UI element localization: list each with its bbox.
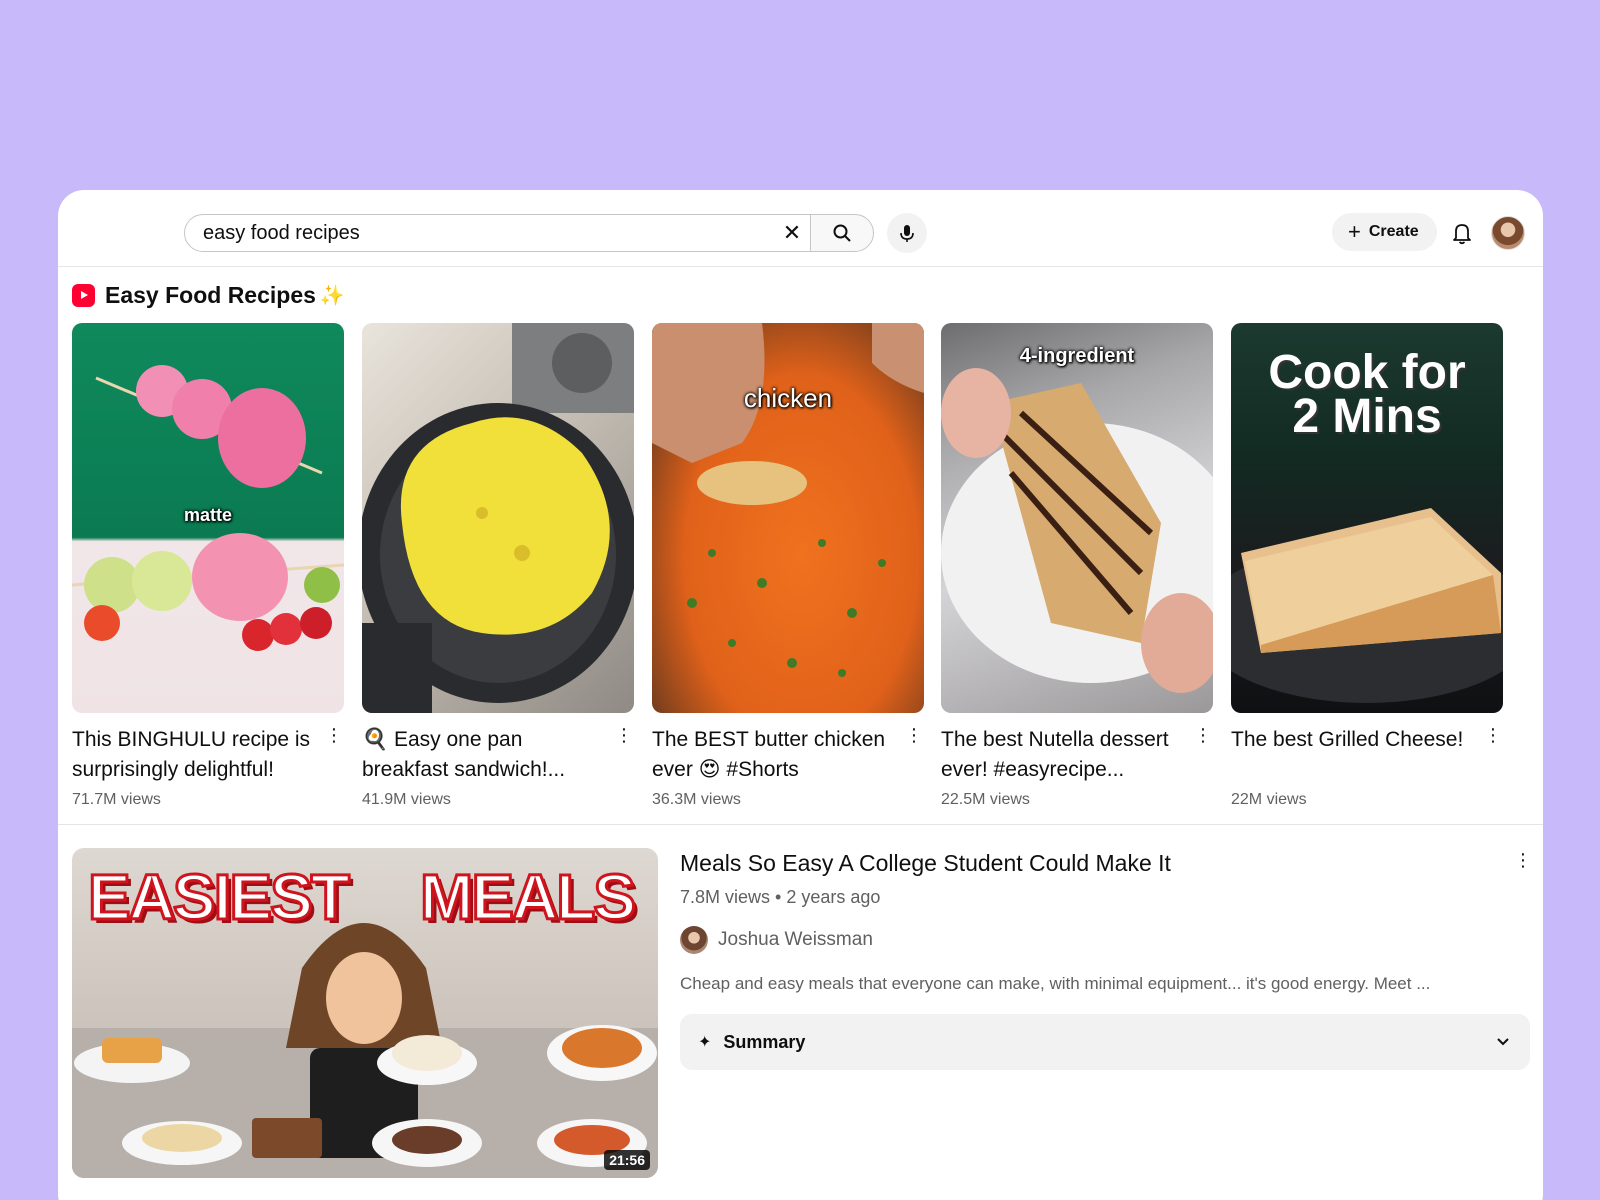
more-options-icon[interactable]: ⋮ <box>1193 723 1213 747</box>
voice-search-button[interactable] <box>887 213 927 253</box>
video-description: Cheap and easy meals that everyone can m… <box>680 974 1431 993</box>
search-button[interactable] <box>810 214 874 252</box>
pan-omelette-illustration <box>362 323 634 713</box>
short-overlay-text: chicken <box>743 383 833 413</box>
video-duration: 21:56 <box>604 1150 650 1170</box>
sparkle-icon: ✨ <box>319 285 345 307</box>
sparkle-icon: ✦ <box>698 1034 712 1051</box>
summary-label: Summary <box>723 1031 806 1052</box>
search-box: ✕ <box>184 214 814 252</box>
search-input[interactable] <box>185 215 771 251</box>
butter-chicken-illustration <box>652 323 924 677</box>
thumbnail-headline-left: EASIEST <box>87 860 352 935</box>
shorts-logo-icon <box>72 284 95 307</box>
short-views: 71.7M views <box>72 791 161 808</box>
video-thumbnail[interactable]: EASIEST MEALS 21:56 <box>72 848 658 1178</box>
shorts-section-header: Easy Food Recipes ✨ <box>72 282 345 309</box>
video-title[interactable]: Meals So Easy A College Student Could Ma… <box>680 848 1530 878</box>
short-overlay-text: Cook for 2 Mins <box>1268 346 1466 443</box>
short-title[interactable]: The best Nutella dessert ever! #easyreci… <box>941 725 1213 785</box>
short-views: 41.9M views <box>362 791 451 808</box>
close-icon[interactable]: ✕ <box>771 215 813 251</box>
short-card[interactable]: Cook for 2 Mins The best Grilled Cheese!… <box>1231 323 1503 809</box>
create-label: Create <box>1368 223 1419 240</box>
more-options-icon[interactable]: ⋮ <box>614 723 634 747</box>
short-views: 22M views <box>1231 791 1307 808</box>
avatar[interactable] <box>1491 216 1525 250</box>
short-title[interactable]: The BEST butter chicken ever 😍 #Shorts <box>652 725 924 785</box>
more-options-icon[interactable]: ⋮ <box>1483 723 1503 747</box>
short-title[interactable]: 🍳 Easy one pan breakfast sandwich!... <box>362 725 634 785</box>
create-button[interactable]: + Create <box>1332 213 1437 251</box>
section-divider <box>58 824 1543 825</box>
search-icon <box>833 224 851 242</box>
video-meta: 7.8M views • 2 years ago <box>680 887 881 907</box>
thumbnail-headline-right: MEALS <box>419 860 638 935</box>
plus-icon: + <box>1348 219 1361 244</box>
short-overlay-text: matte <box>183 505 232 525</box>
short-card[interactable]: 🍳 Easy one pan breakfast sandwich!... 41… <box>362 323 634 809</box>
more-options-icon[interactable]: ⋮ <box>904 723 924 747</box>
short-thumbnail[interactable]: matte <box>72 323 344 713</box>
summary-button[interactable]: ✦ Summary <box>680 1014 1530 1070</box>
channel-avatar[interactable] <box>680 926 708 954</box>
channel-link[interactable]: Joshua Weissman <box>680 926 1530 954</box>
short-card[interactable]: chicken The BEST butter chicken ever 😍 #… <box>652 323 924 809</box>
short-thumbnail[interactable] <box>362 323 634 713</box>
browser-window: ✕ + Create Eas <box>58 190 1543 1200</box>
short-views: 22.5M views <box>941 791 1030 808</box>
short-thumbnail[interactable]: 4-ingredient <box>941 323 1213 713</box>
microphone-icon <box>900 225 914 242</box>
short-card[interactable]: matte This BINGHULU recipe is surprising… <box>72 323 344 809</box>
top-bar: ✕ + Create <box>58 190 1543 267</box>
short-thumbnail[interactable]: Cook for 2 Mins <box>1231 323 1503 713</box>
short-thumbnail[interactable]: chicken <box>652 323 924 713</box>
shorts-section-title: Easy Food Recipes <box>105 282 316 308</box>
shorts-row: matte This BINGHULU recipe is surprising… <box>72 323 1532 813</box>
more-options-icon[interactable]: ⋮ <box>324 723 344 747</box>
nutella-dessert-illustration <box>941 368 1213 693</box>
short-views: 36.3M views <box>652 791 741 808</box>
bell-icon[interactable] <box>1448 218 1476 248</box>
video-info: Meals So Easy A College Student Could Ma… <box>680 848 1530 1070</box>
short-title[interactable]: This BINGHULU recipe is surprisingly del… <box>72 725 344 785</box>
short-title[interactable]: The best Grilled Cheese! <box>1231 725 1503 785</box>
short-overlay-text: 4-ingredient <box>1019 345 1135 367</box>
short-card[interactable]: 4-ingredient The best Nutella dessert ev… <box>941 323 1213 809</box>
chevron-down-icon <box>1497 1038 1509 1046</box>
more-options-icon[interactable]: ⋮ <box>1513 848 1533 872</box>
channel-name[interactable]: Joshua Weissman <box>718 929 873 951</box>
